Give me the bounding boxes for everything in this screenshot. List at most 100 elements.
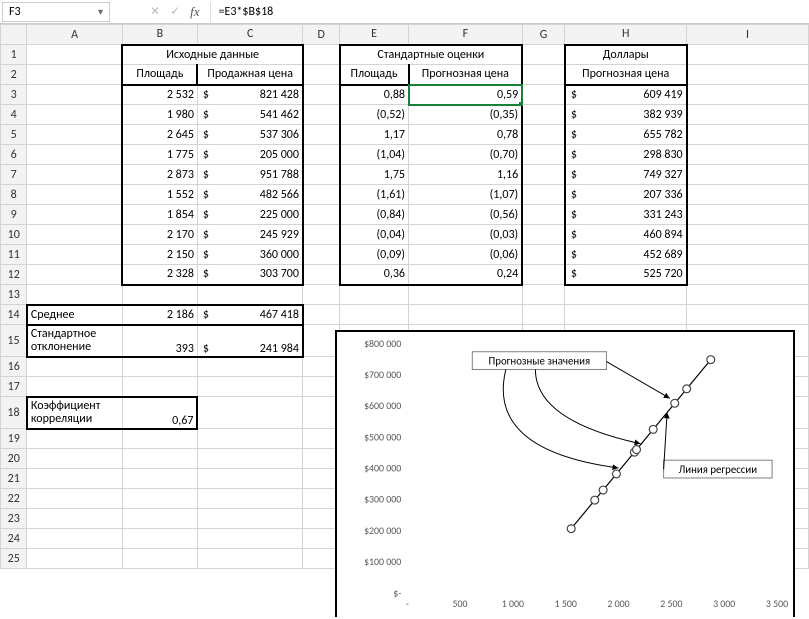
- cell[interactable]: 1 980: [122, 105, 197, 125]
- row-header[interactable]: 17: [1, 377, 27, 397]
- cell[interactable]: [303, 125, 340, 145]
- row-header[interactable]: 20: [1, 449, 27, 469]
- cell[interactable]: [27, 45, 122, 65]
- cell[interactable]: 1 775: [122, 145, 197, 165]
- row-header[interactable]: 18: [1, 397, 27, 429]
- cell[interactable]: [522, 185, 565, 205]
- cell[interactable]: [687, 225, 809, 245]
- cell[interactable]: [687, 45, 809, 65]
- cell[interactable]: 821 428: [197, 85, 303, 105]
- cell[interactable]: [687, 65, 809, 85]
- cell[interactable]: [27, 105, 122, 125]
- cell[interactable]: [197, 429, 303, 449]
- cell[interactable]: (0,56): [409, 205, 523, 225]
- cell[interactable]: [522, 85, 565, 105]
- cell[interactable]: [303, 165, 340, 185]
- cell[interactable]: [122, 469, 197, 489]
- cell[interactable]: 393: [122, 325, 197, 357]
- cell[interactable]: [303, 45, 340, 65]
- row-header[interactable]: 10: [1, 225, 27, 245]
- worksheet[interactable]: A B C D E F G H I 1 Исходные данные Стан…: [0, 24, 809, 617]
- col-header[interactable]: A: [27, 25, 122, 45]
- cell[interactable]: [303, 205, 340, 225]
- cell[interactable]: 537 306: [197, 125, 303, 145]
- cell[interactable]: (0,84): [340, 205, 409, 225]
- cell[interactable]: (0,70): [409, 145, 523, 165]
- cell[interactable]: [687, 165, 809, 185]
- cell[interactable]: [27, 185, 122, 205]
- cell[interactable]: [27, 65, 122, 85]
- cell[interactable]: 303 700: [197, 265, 303, 285]
- col-header[interactable]: F: [409, 25, 523, 45]
- cell[interactable]: 749 327: [565, 165, 687, 185]
- cell[interactable]: 0,36: [340, 265, 409, 285]
- cell[interactable]: [197, 469, 303, 489]
- cell[interactable]: [27, 377, 122, 397]
- row-header[interactable]: 4: [1, 105, 27, 125]
- cell[interactable]: 207 336: [565, 185, 687, 205]
- cell[interactable]: [27, 285, 122, 305]
- cell[interactable]: [122, 529, 197, 549]
- row-header[interactable]: 6: [1, 145, 27, 165]
- cell[interactable]: [27, 205, 122, 225]
- cell[interactable]: [197, 449, 303, 469]
- cell[interactable]: [522, 165, 565, 185]
- cell[interactable]: (1,07): [409, 185, 523, 205]
- row-header[interactable]: 15: [1, 325, 27, 357]
- cell[interactable]: [303, 65, 340, 85]
- formula-input[interactable]: =E3*$B$18: [211, 2, 807, 22]
- row-header[interactable]: 22: [1, 489, 27, 509]
- cancel-icon[interactable]: ✕: [150, 4, 160, 19]
- cell[interactable]: Стандартноеотклонение: [27, 325, 122, 357]
- cell[interactable]: 1 552: [122, 185, 197, 205]
- col-header[interactable]: H: [565, 25, 687, 45]
- row-header[interactable]: 21: [1, 469, 27, 489]
- cell[interactable]: 951 788: [197, 165, 303, 185]
- fx-icon[interactable]: fx: [190, 4, 199, 20]
- cell[interactable]: [340, 285, 409, 305]
- cell[interactable]: 2 873: [122, 165, 197, 185]
- col-header[interactable]: E: [340, 25, 409, 45]
- cell[interactable]: 1 854: [122, 205, 197, 225]
- row-header[interactable]: 11: [1, 245, 27, 265]
- cell[interactable]: 467 418: [197, 305, 303, 325]
- cell[interactable]: [303, 145, 340, 165]
- cell[interactable]: (1,04): [340, 145, 409, 165]
- row-header[interactable]: 19: [1, 429, 27, 449]
- cell[interactable]: [522, 45, 565, 65]
- cell[interactable]: Исходные данные: [122, 45, 303, 65]
- row-header[interactable]: 3: [1, 85, 27, 105]
- cell[interactable]: (0,52): [340, 105, 409, 125]
- chevron-down-icon[interactable]: ▾: [98, 5, 103, 18]
- cell[interactable]: [687, 205, 809, 225]
- cell[interactable]: 331 243: [565, 205, 687, 225]
- cell[interactable]: 245 929: [197, 225, 303, 245]
- cell[interactable]: [197, 529, 303, 549]
- cell[interactable]: [522, 125, 565, 145]
- row-header[interactable]: 12: [1, 265, 27, 285]
- cell[interactable]: 482 566: [197, 185, 303, 205]
- cell[interactable]: 460 894: [565, 225, 687, 245]
- cell[interactable]: [197, 397, 303, 429]
- cell[interactable]: [122, 429, 197, 449]
- cell[interactable]: [27, 357, 122, 377]
- cell[interactable]: [687, 185, 809, 205]
- cell[interactable]: [27, 429, 122, 449]
- cell[interactable]: [409, 305, 523, 325]
- cell[interactable]: [27, 225, 122, 245]
- cell[interactable]: Доллары: [565, 45, 687, 65]
- cell[interactable]: [122, 285, 197, 305]
- cell[interactable]: 525 720: [565, 265, 687, 285]
- cell[interactable]: 205 000: [197, 145, 303, 165]
- cell[interactable]: [27, 549, 122, 569]
- cell[interactable]: [522, 285, 565, 305]
- cell[interactable]: [303, 245, 340, 265]
- cell[interactable]: [522, 265, 565, 285]
- cell[interactable]: Прогнозная цена: [409, 65, 523, 85]
- cell[interactable]: [197, 377, 303, 397]
- cell[interactable]: [303, 225, 340, 245]
- cell[interactable]: [687, 105, 809, 125]
- cell[interactable]: [27, 265, 122, 285]
- cell[interactable]: Среднее: [27, 305, 122, 325]
- cell[interactable]: [687, 245, 809, 265]
